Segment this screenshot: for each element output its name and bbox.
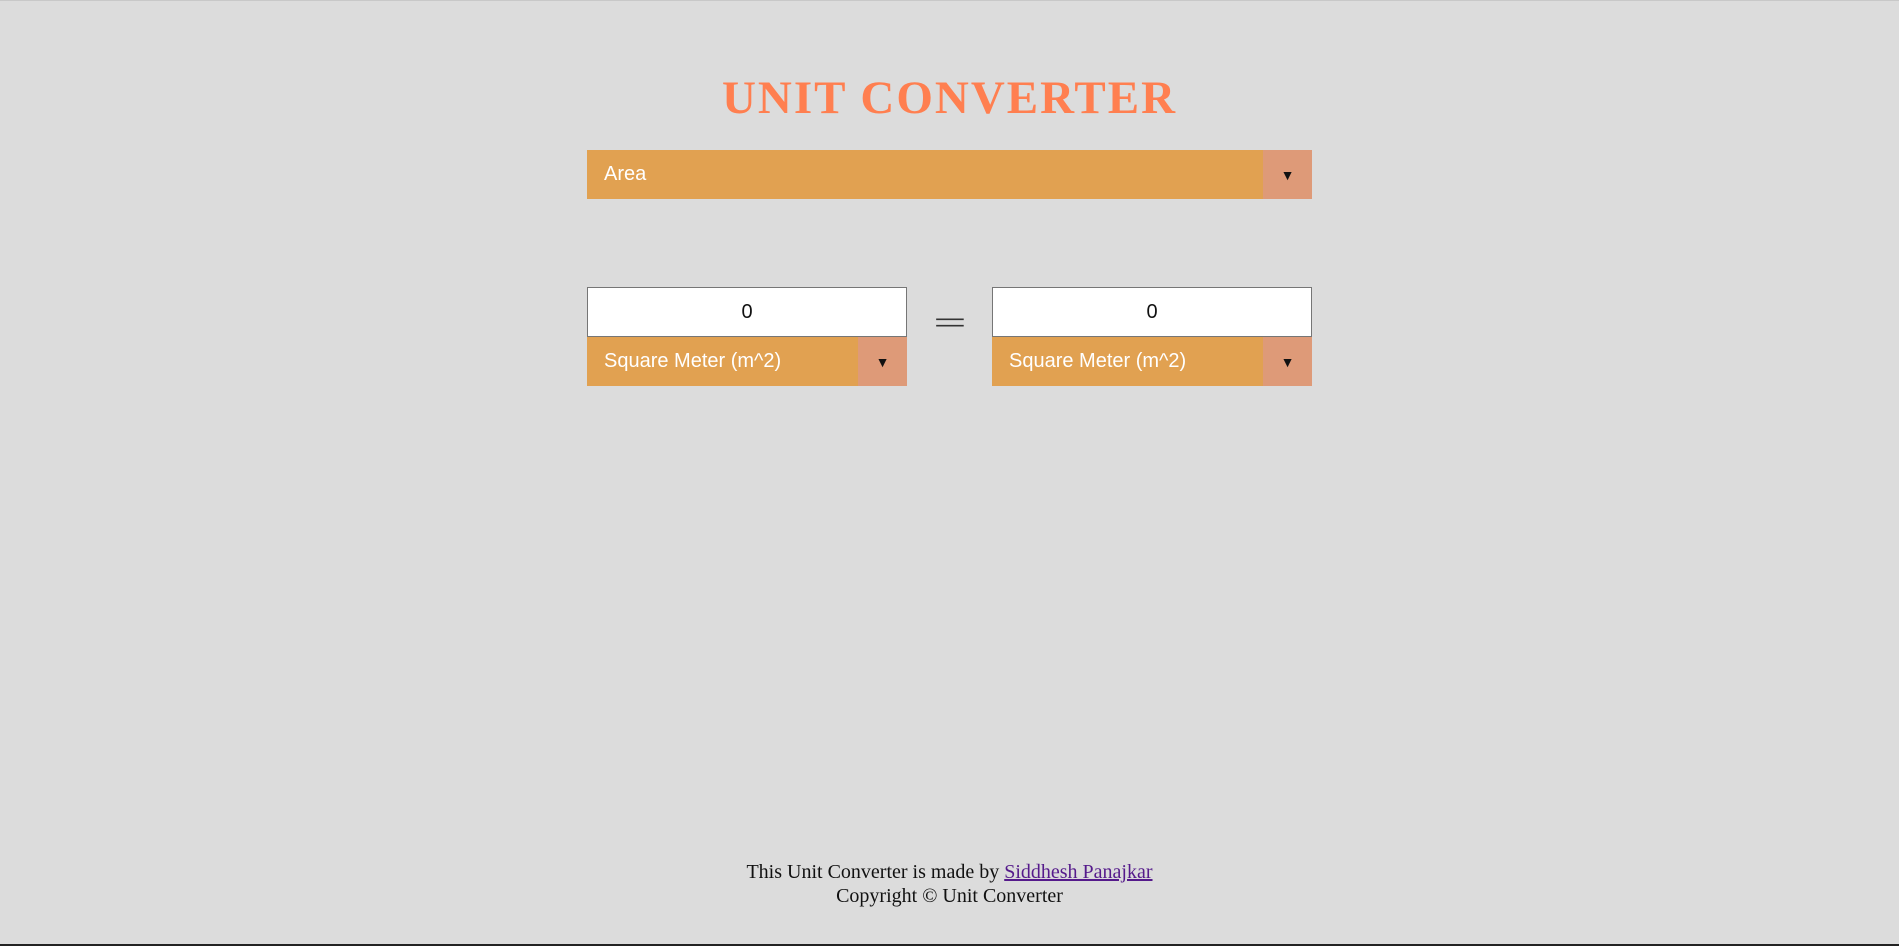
from-unit-select-value: Square Meter (m^2) <box>604 350 782 372</box>
category-select[interactable]: Area ▼ <box>587 150 1312 199</box>
chevron-down-icon[interactable]: ▼ <box>1263 337 1312 386</box>
to-unit-select[interactable]: Square Meter (m^2) ▼ <box>992 337 1312 386</box>
chevron-down-icon[interactable]: ▼ <box>1263 150 1312 199</box>
footer: This Unit Converter is made by Siddhesh … <box>0 860 1899 908</box>
page-title: UNIT CONVERTER <box>721 72 1178 124</box>
footer-copyright: Copyright © Unit Converter <box>836 885 1063 907</box>
to-unit-select-value: Square Meter (m^2) <box>1009 350 1187 372</box>
equals-sign: = <box>931 299 969 345</box>
author-link[interactable]: Siddhesh Panajkar <box>1004 861 1152 883</box>
from-unit-select[interactable]: Square Meter (m^2) ▼ <box>587 337 907 386</box>
to-value-input[interactable] <box>992 287 1312 337</box>
from-value-input[interactable] <box>587 287 907 337</box>
footer-credit: This Unit Converter is made by Siddhesh … <box>0 860 1899 884</box>
footer-made-by-text: This Unit Converter is made by <box>746 861 1005 883</box>
category-select-value: Area <box>604 163 647 185</box>
chevron-down-icon[interactable]: ▼ <box>858 337 907 386</box>
